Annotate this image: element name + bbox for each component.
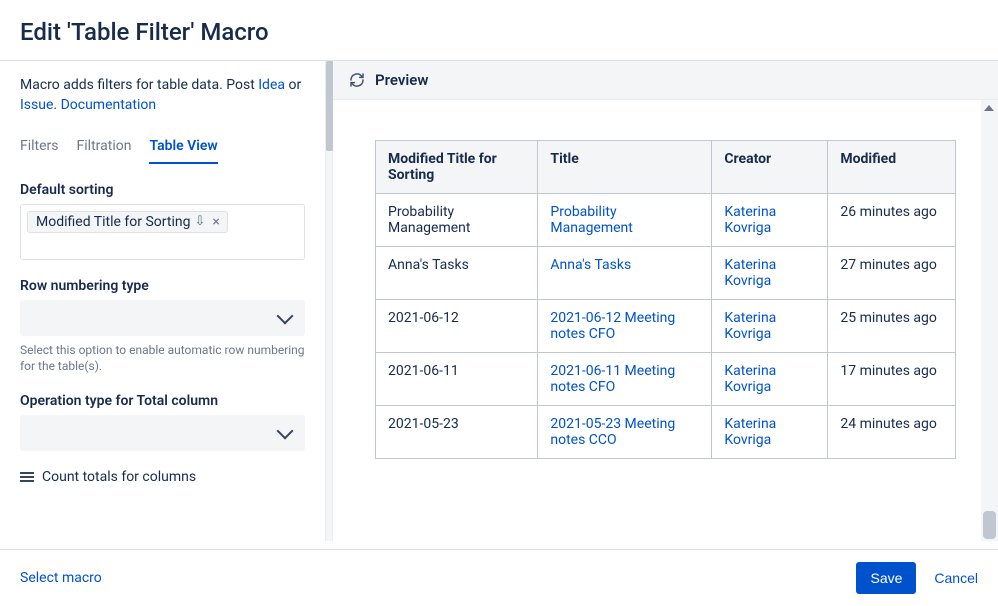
- label-operation-type: Operation type for Total column: [20, 393, 305, 409]
- select-macro-link[interactable]: Select macro: [20, 570, 102, 586]
- tabs: Filters Filtration Table View: [20, 132, 305, 164]
- cell-creator: Katerina Kovriga: [712, 406, 828, 459]
- table-row: 2021-06-12 2021-06-12 Meeting notes CFO Ka…: [376, 300, 956, 353]
- preview-panel: Preview Modified Title for Sorting Title…: [333, 61, 998, 541]
- creator-link[interactable]: Katerina Kovriga: [724, 204, 776, 236]
- link-idea[interactable]: Idea: [258, 77, 285, 93]
- cell-modified-title-sorting: 2021-06-11: [376, 353, 538, 406]
- creator-link[interactable]: Katerina Kovriga: [724, 310, 776, 342]
- preview-body: Modified Title for Sorting Title Creator…: [333, 100, 998, 541]
- sort-chip-text: Modified Title for Sorting: [36, 214, 190, 230]
- tab-filters[interactable]: Filters: [20, 132, 59, 164]
- cell-title: 2021-06-11 Meeting notes CFO: [538, 353, 712, 406]
- cell-creator: Katerina Kovriga: [712, 194, 828, 247]
- dialog-footer: Select macro Save Cancel: [0, 549, 998, 606]
- link-issue[interactable]: Issue: [20, 97, 53, 113]
- preview-scrollbar[interactable]: [981, 100, 998, 541]
- default-sorting-input[interactable]: Modified Title for Sorting ⇩ ×: [20, 204, 305, 260]
- list-icon: [20, 472, 34, 482]
- label-row-numbering: Row numbering type: [20, 278, 305, 294]
- cell-title: 2021-05-23 Meeting notes CCO: [538, 406, 712, 459]
- col-title[interactable]: Title: [538, 141, 712, 194]
- sort-chip-remove-icon[interactable]: ×: [209, 214, 222, 230]
- col-modified-title-sorting[interactable]: Modified Title for Sorting: [376, 141, 538, 194]
- dialog-header: Edit 'Table Filter' Macro: [0, 0, 998, 61]
- title-link[interactable]: Anna's Tasks: [550, 257, 631, 273]
- table-row: Probability Management Probability Manage…: [376, 194, 956, 247]
- cell-modified: 25 minutes ago: [828, 300, 956, 353]
- intro-text: Macro adds filters for table data. Post …: [20, 75, 305, 116]
- creator-link[interactable]: Katerina Kovriga: [724, 363, 776, 395]
- cell-title: 2021-06-12 Meeting notes CFO: [538, 300, 712, 353]
- refresh-icon[interactable]: [349, 72, 365, 88]
- section-default-sorting: Default sorting Modified Title for Sorti…: [20, 182, 305, 260]
- col-modified[interactable]: Modified: [828, 141, 956, 194]
- creator-link[interactable]: Katerina Kovriga: [724, 257, 776, 289]
- dialog-body: Macro adds filters for table data. Post …: [0, 61, 998, 541]
- scrollbar-thumb[interactable]: [983, 511, 996, 539]
- panel-resizer[interactable]: [325, 61, 333, 541]
- cell-modified: 27 minutes ago: [828, 247, 956, 300]
- count-totals-row[interactable]: Count totals for columns: [20, 469, 305, 485]
- section-operation-type: Operation type for Total column: [20, 393, 305, 451]
- intro-prefix: Macro adds filters for table data. Post: [20, 77, 258, 93]
- cell-modified-title-sorting: Probability Management: [376, 194, 538, 247]
- sort-chip[interactable]: Modified Title for Sorting ⇩ ×: [27, 211, 228, 233]
- table-header-row: Modified Title for Sorting Title Creator…: [376, 141, 956, 194]
- section-row-numbering: Row numbering type Select this option to…: [20, 278, 305, 376]
- title-link[interactable]: 2021-06-12 Meeting notes CFO: [550, 310, 675, 342]
- count-totals-label: Count totals for columns: [42, 469, 196, 485]
- table-row: Anna's Tasks Anna's Tasks Katerina Kovriga…: [376, 247, 956, 300]
- intro-mid2: .: [53, 97, 60, 113]
- config-panel: Macro adds filters for table data. Post …: [0, 61, 325, 541]
- row-numbering-select[interactable]: [20, 300, 305, 336]
- dialog-title: Edit 'Table Filter' Macro: [20, 18, 978, 46]
- creator-link[interactable]: Katerina Kovriga: [724, 416, 776, 448]
- cell-modified-title-sorting: Anna's Tasks: [376, 247, 538, 300]
- link-documentation[interactable]: Documentation: [61, 97, 157, 113]
- cell-title: Probability Management: [538, 194, 712, 247]
- footer-actions: Save Cancel: [856, 562, 978, 594]
- title-link[interactable]: 2021-05-23 Meeting notes CCO: [550, 416, 675, 448]
- title-link[interactable]: 2021-06-11 Meeting notes CFO: [550, 363, 675, 395]
- sort-direction-icon: ⇩: [194, 214, 205, 229]
- cell-modified: 17 minutes ago: [828, 353, 956, 406]
- title-link[interactable]: Probability Management: [550, 204, 632, 236]
- cell-modified-title-sorting: 2021-05-23: [376, 406, 538, 459]
- cell-creator: Katerina Kovriga: [712, 353, 828, 406]
- preview-title: Preview: [375, 71, 428, 89]
- cell-modified: 24 minutes ago: [828, 406, 956, 459]
- tab-filtration[interactable]: Filtration: [77, 132, 132, 164]
- operation-type-select[interactable]: [20, 415, 305, 451]
- cancel-button[interactable]: Cancel: [934, 570, 978, 586]
- label-default-sorting: Default sorting: [20, 182, 305, 198]
- preview-table: Modified Title for Sorting Title Creator…: [375, 140, 956, 459]
- cell-creator: Katerina Kovriga: [712, 300, 828, 353]
- save-button[interactable]: Save: [856, 562, 916, 594]
- table-row: 2021-05-23 2021-05-23 Meeting notes CCO Ka…: [376, 406, 956, 459]
- intro-mid1: or: [285, 77, 301, 93]
- row-numbering-help: Select this option to enable automatic r…: [20, 342, 305, 376]
- preview-header: Preview: [333, 61, 998, 100]
- cell-title: Anna's Tasks: [538, 247, 712, 300]
- cell-modified: 26 minutes ago: [828, 194, 956, 247]
- cell-modified-title-sorting: 2021-06-12: [376, 300, 538, 353]
- scrollbar-up-icon[interactable]: [984, 105, 994, 111]
- col-creator[interactable]: Creator: [712, 141, 828, 194]
- table-row: 2021-06-11 2021-06-11 Meeting notes CFO Ka…: [376, 353, 956, 406]
- tab-table-view[interactable]: Table View: [149, 132, 217, 164]
- cell-creator: Katerina Kovriga: [712, 247, 828, 300]
